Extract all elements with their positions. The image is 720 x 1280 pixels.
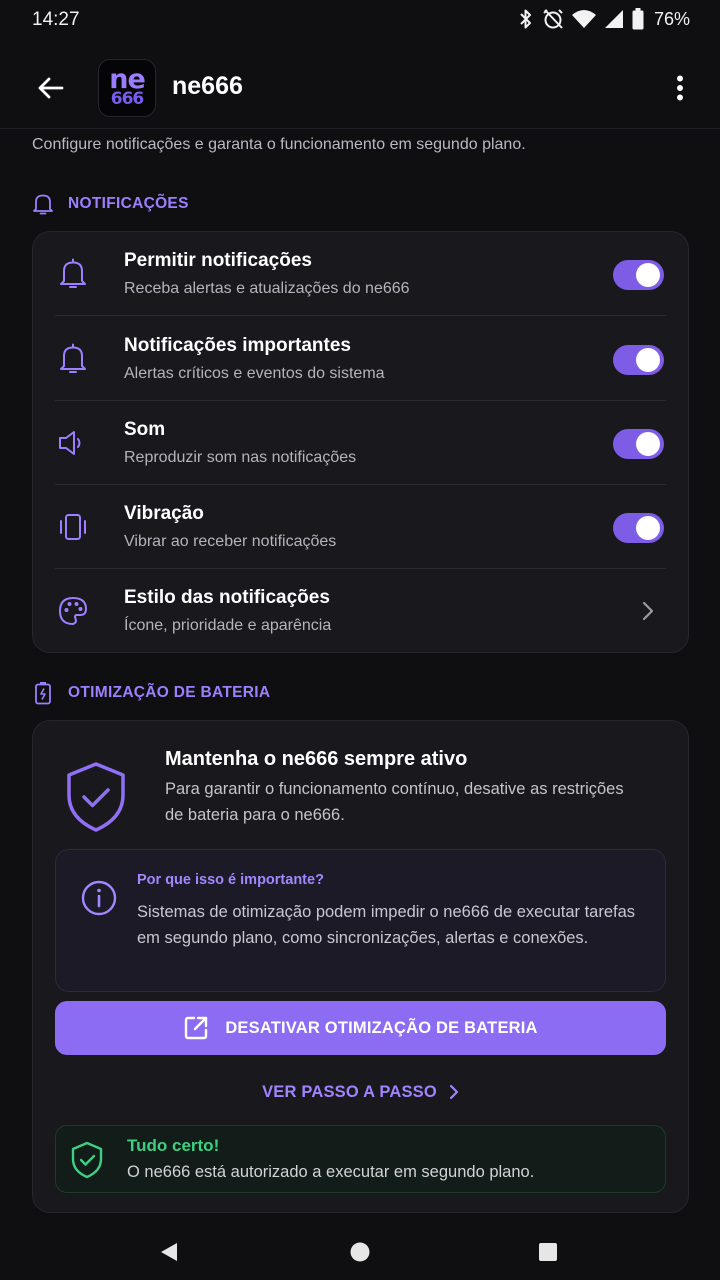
section-title: OTIMIZAÇÃO DE BATERIA: [68, 684, 271, 701]
nav-recents-button[interactable]: [528, 1234, 568, 1270]
nav-home-button[interactable]: [340, 1234, 380, 1270]
nav-back-icon: [161, 1243, 177, 1261]
page-subtitle: Configure notificações e garanta o funci…: [32, 136, 526, 153]
bell-icon: [55, 256, 91, 292]
setting-description: Alertas críticos e eventos do sistema: [124, 365, 385, 382]
battery-icon: [632, 8, 644, 30]
setting-title: Permitir notificações: [124, 250, 312, 271]
app-title: ne666: [172, 72, 243, 100]
nav-recents-icon: [539, 1243, 557, 1261]
battery-card-title: Mantenha o ne666 sempre ativo: [165, 748, 468, 770]
screen: 14:27 76% ne 666 ne666 Configure notific…: [0, 0, 720, 1280]
disable-battery-optimization-button[interactable]: DESATIVAR OTIMIZAÇÃO DE BATERIA: [55, 1001, 666, 1055]
battery-card-description: Para garantir o funcionamento contínuo, …: [165, 780, 624, 824]
vibration-icon: [55, 509, 91, 545]
battery-charging-icon: [35, 682, 51, 705]
info-box: Por que isso é importante? Sistemas de o…: [55, 849, 666, 992]
logo-text-bottom: 666: [110, 88, 144, 109]
chevron-right-icon: [449, 1084, 459, 1100]
setting-description: Vibrar ao receber notificações: [124, 533, 337, 550]
open-in-new-icon: [185, 1016, 208, 1040]
battery-percent: 76%: [653, 8, 690, 29]
section-title: NOTIFICAÇÕES: [68, 195, 189, 212]
setting-row-notification-style[interactable]: Estilo das notificações Ícone, prioridad…: [33, 569, 688, 653]
bell-icon: [55, 341, 91, 377]
nav-home-icon: [350, 1242, 370, 1262]
status-ok-box: Tudo certo! O ne666 está autorizado a ex…: [55, 1125, 666, 1193]
info-icon: [80, 879, 118, 917]
more-options-button[interactable]: [668, 72, 692, 104]
app-bar: ne 666 ne666: [0, 58, 720, 118]
status-time: 14:27: [32, 9, 80, 30]
setting-title: Som: [124, 419, 166, 440]
setting-description: Reproduzir som nas notificações: [124, 449, 357, 466]
notifications-card: Permitir notificações Receba alertas e a…: [32, 231, 689, 653]
status-bar: 14:27 76%: [0, 0, 720, 42]
system-nav-bar: [0, 1224, 720, 1280]
status-icons: 76%: [518, 8, 690, 30]
app-bar-divider: [0, 128, 720, 129]
wifi-icon: [571, 9, 596, 29]
toggle-allow-notifications[interactable]: [613, 260, 664, 290]
setting-title: Estilo das notificações: [124, 587, 330, 608]
setting-title: Notificações importantes: [124, 335, 351, 356]
shield-check-icon: [70, 1141, 104, 1179]
step-by-step-link[interactable]: VER PASSO A PASSO: [33, 1075, 688, 1109]
setting-row-allow-notifications[interactable]: Permitir notificações Receba alertas e a…: [33, 232, 688, 316]
shield-check-icon: [63, 761, 129, 833]
status-text: O ne666 está autorizado a executar em se…: [127, 1163, 535, 1181]
setting-description: Ícone, prioridade e aparência: [124, 617, 332, 634]
toggle-vibration[interactable]: [613, 513, 664, 543]
battery-card: Mantenha o ne666 sempre ativo Para garan…: [32, 720, 689, 1213]
nav-back-button[interactable]: [149, 1234, 189, 1270]
more-vert-icon: [677, 75, 683, 101]
palette-icon: [55, 593, 91, 629]
link-label: VER PASSO A PASSO: [262, 1082, 437, 1101]
setting-row-vibration[interactable]: Vibração Vibrar ao receber notificações: [33, 485, 688, 569]
speaker-icon: [55, 425, 91, 461]
chevron-right-icon: [638, 599, 658, 623]
app-logo: ne 666: [98, 59, 156, 117]
arrow-back-icon: [38, 77, 64, 99]
setting-row-important-notifications[interactable]: Notificações importantes Alertas crítico…: [33, 317, 688, 401]
bluetooth-icon: [518, 8, 534, 30]
notifications-section-header: NOTIFICAÇÕES: [32, 192, 189, 216]
toggle-important-notifications[interactable]: [613, 345, 664, 375]
info-text: Sistemas de otimização podem impedir o n…: [137, 903, 636, 947]
alarm-off-icon: [542, 8, 564, 30]
row-divider: [55, 315, 666, 316]
setting-description: Receba alertas e atualizações do ne666: [124, 280, 410, 297]
status-title: Tudo certo!: [127, 1136, 220, 1155]
battery-section-header: OTIMIZAÇÃO DE BATERIA: [32, 681, 270, 705]
toggle-sound[interactable]: [613, 429, 664, 459]
back-button[interactable]: [28, 70, 72, 106]
info-title: Por que isso é importante?: [137, 872, 324, 888]
primary-button-label: DESATIVAR OTIMIZAÇÃO DE BATERIA: [225, 1018, 538, 1037]
setting-title: Vibração: [124, 503, 204, 524]
setting-row-sound[interactable]: Som Reproduzir som nas notificações: [33, 401, 688, 485]
bell-icon: [33, 194, 53, 215]
signal-icon: [604, 9, 624, 29]
